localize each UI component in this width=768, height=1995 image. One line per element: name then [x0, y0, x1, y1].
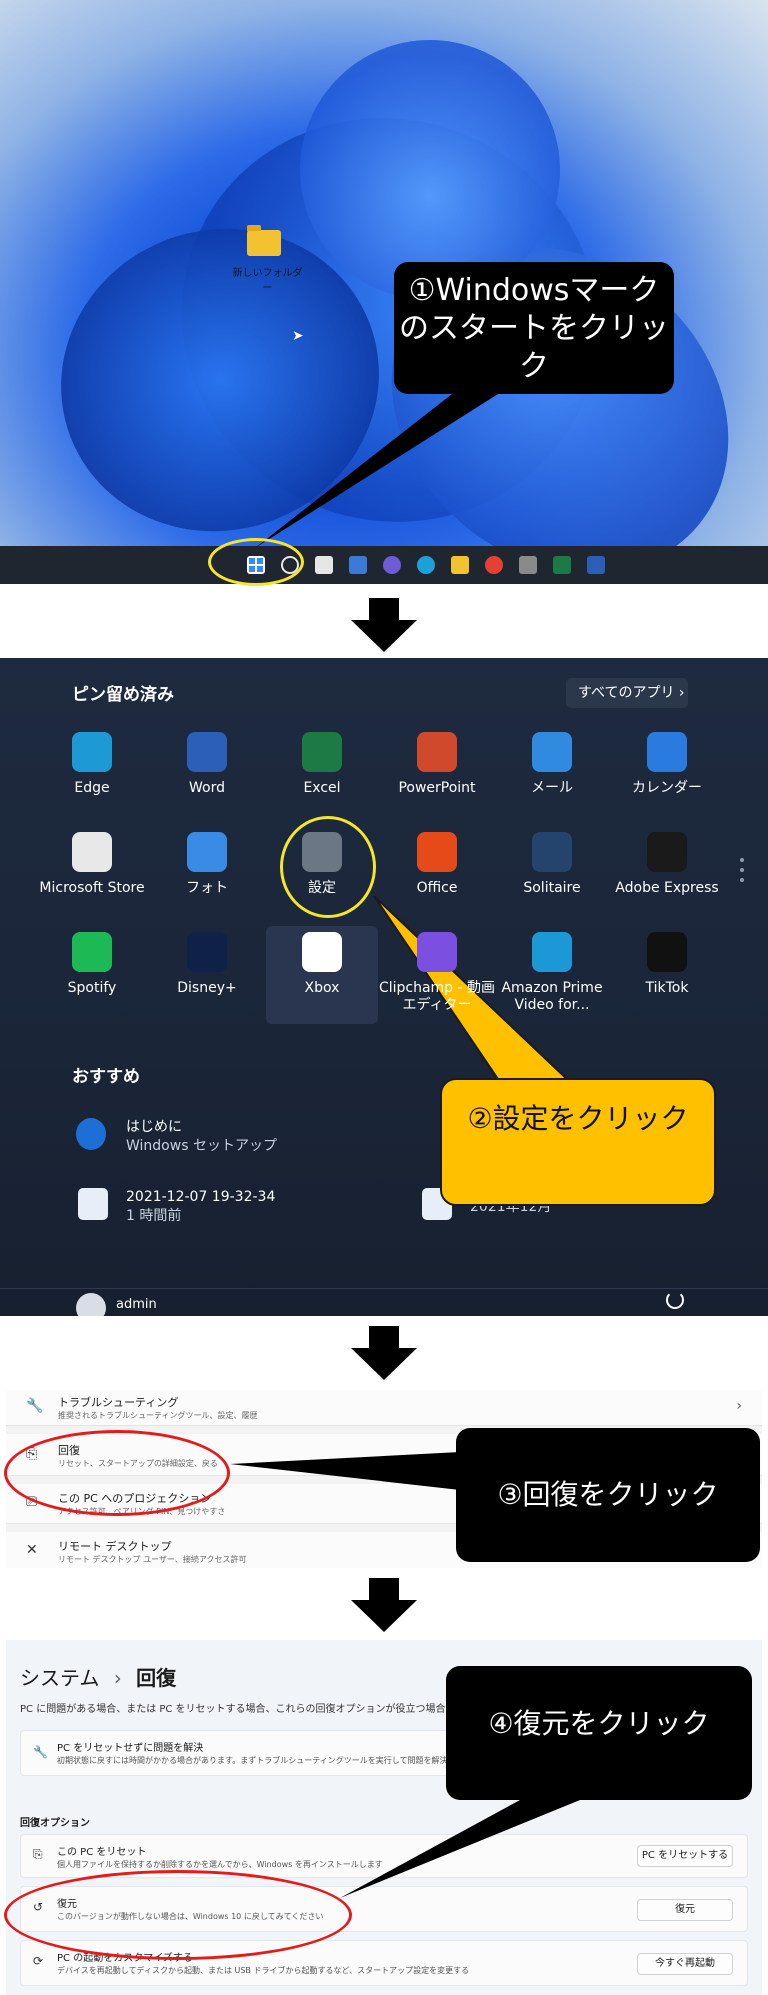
app-label: 設定: [308, 880, 336, 896]
pinned-app-prime-video[interactable]: Amazon Prime Video for...: [493, 932, 611, 1014]
app-label: Office: [416, 880, 458, 896]
edge-icon: [72, 732, 112, 772]
xbox-icon: [302, 932, 342, 972]
app-label: Word: [189, 780, 225, 796]
app-label: PowerPoint: [398, 780, 476, 796]
app-label: Excel: [303, 780, 341, 796]
store-icon: [72, 832, 112, 872]
office-icon: [417, 832, 457, 872]
down-arrow-icon: [351, 598, 417, 652]
pinned-app-adobe-express[interactable]: Adobe Express: [608, 832, 726, 897]
instruction-callout-1: ①Windowsマークのスタートをクリック: [394, 262, 674, 394]
app-label: フォト: [186, 880, 228, 896]
pinned-app-calendar[interactable]: カレンダー: [608, 732, 726, 797]
calendar-icon: [647, 732, 687, 772]
app-label: Disney+: [177, 980, 237, 996]
pinned-app-clipchamp[interactable]: Clipchamp - 動画エディター: [378, 932, 496, 1014]
powerpoint-icon: [417, 732, 457, 772]
down-arrow-icon: [351, 1578, 417, 1632]
adobe-express-icon: [647, 832, 687, 872]
app-label: Xbox: [304, 980, 340, 996]
pinned-app-edge[interactable]: Edge: [33, 732, 151, 797]
pinned-app-xbox[interactable]: Xbox: [263, 932, 381, 997]
mail-icon: [532, 732, 572, 772]
solitaire-icon: [532, 832, 572, 872]
pinned-app-office[interactable]: Office: [378, 832, 496, 897]
pinned-app-word[interactable]: Word: [148, 732, 266, 797]
pinned-app-disney-plus[interactable]: Disney+: [148, 932, 266, 997]
pinned-app-powerpoint[interactable]: PowerPoint: [378, 732, 496, 797]
app-label: Solitaire: [523, 880, 581, 896]
pinned-app-photos[interactable]: フォト: [148, 832, 266, 897]
tiktok-icon: [647, 932, 687, 972]
highlight-circle: [208, 538, 304, 586]
photos-icon: [187, 832, 227, 872]
down-arrow-icon: [351, 1326, 417, 1380]
pinned-app-settings[interactable]: 設定: [263, 832, 381, 897]
app-label: Edge: [74, 780, 110, 796]
instruction-callout-4: ④復元をクリック: [446, 1666, 752, 1800]
app-label: TikTok: [645, 980, 689, 996]
settings-icon: [302, 832, 342, 872]
app-label: Amazon Prime Video for...: [501, 980, 603, 1013]
disney-plus-icon: [187, 932, 227, 972]
pinned-app-solitaire[interactable]: Solitaire: [493, 832, 611, 897]
app-label: Spotify: [67, 980, 117, 996]
clipchamp-icon: [417, 932, 457, 972]
pinned-app-mail[interactable]: メール: [493, 732, 611, 797]
app-label: メール: [531, 780, 573, 796]
app-label: Microsoft Store: [39, 880, 145, 896]
pinned-app-spotify[interactable]: Spotify: [33, 932, 151, 997]
app-label: Clipchamp - 動画エディター: [378, 980, 496, 1013]
pinned-app-tiktok[interactable]: TikTok: [608, 932, 726, 997]
word-icon: [187, 732, 227, 772]
excel-icon: [302, 732, 342, 772]
pinned-app-excel[interactable]: Excel: [263, 732, 381, 797]
app-label: Adobe Express: [615, 880, 719, 896]
tutorial-page: 新しいフォルダー ➤ ①Windowsマークのスタートをクリック ピン留め済み …: [0, 0, 768, 1995]
app-label: カレンダー: [632, 780, 702, 796]
instruction-callout-3: ③回復をクリック: [456, 1428, 760, 1562]
spotify-icon: [72, 932, 112, 972]
instruction-callout-2: ②設定をクリック: [440, 1078, 716, 1206]
prime-video-icon: [532, 932, 572, 972]
pinned-app-store[interactable]: Microsoft Store: [33, 832, 151, 897]
